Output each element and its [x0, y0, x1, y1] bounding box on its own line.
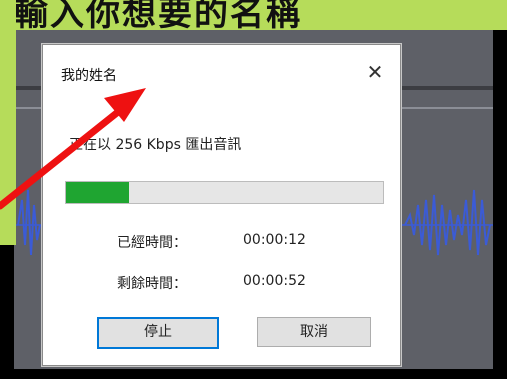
dialog-title: 我的姓名	[61, 68, 117, 84]
export-status-text: 正在以 256 Kbps 匯出音訊	[69, 137, 242, 153]
cancel-button[interactable]: 取消	[257, 317, 371, 347]
export-progress-bar	[65, 181, 384, 204]
stop-button[interactable]: 停止	[97, 317, 219, 349]
elapsed-time-label: 已經時間：	[117, 235, 187, 251]
elapsed-time-value: 00:00:12	[243, 232, 306, 248]
annotation-banner-left	[0, 0, 16, 245]
export-progress-dialog: 我的姓名 ✕ 正在以 256 Kbps 匯出音訊 已經時間： 00:00:12 …	[42, 44, 401, 366]
annotation-banner: 輸入你想要的名稱	[0, 0, 507, 30]
close-icon[interactable]: ✕	[364, 61, 386, 83]
remaining-time-value: 00:00:52	[243, 273, 306, 289]
export-progress-fill	[66, 182, 130, 203]
remaining-time-label: 剩餘時間：	[117, 276, 187, 292]
banner-text: 輸入你想要的名稱	[14, 0, 302, 30]
